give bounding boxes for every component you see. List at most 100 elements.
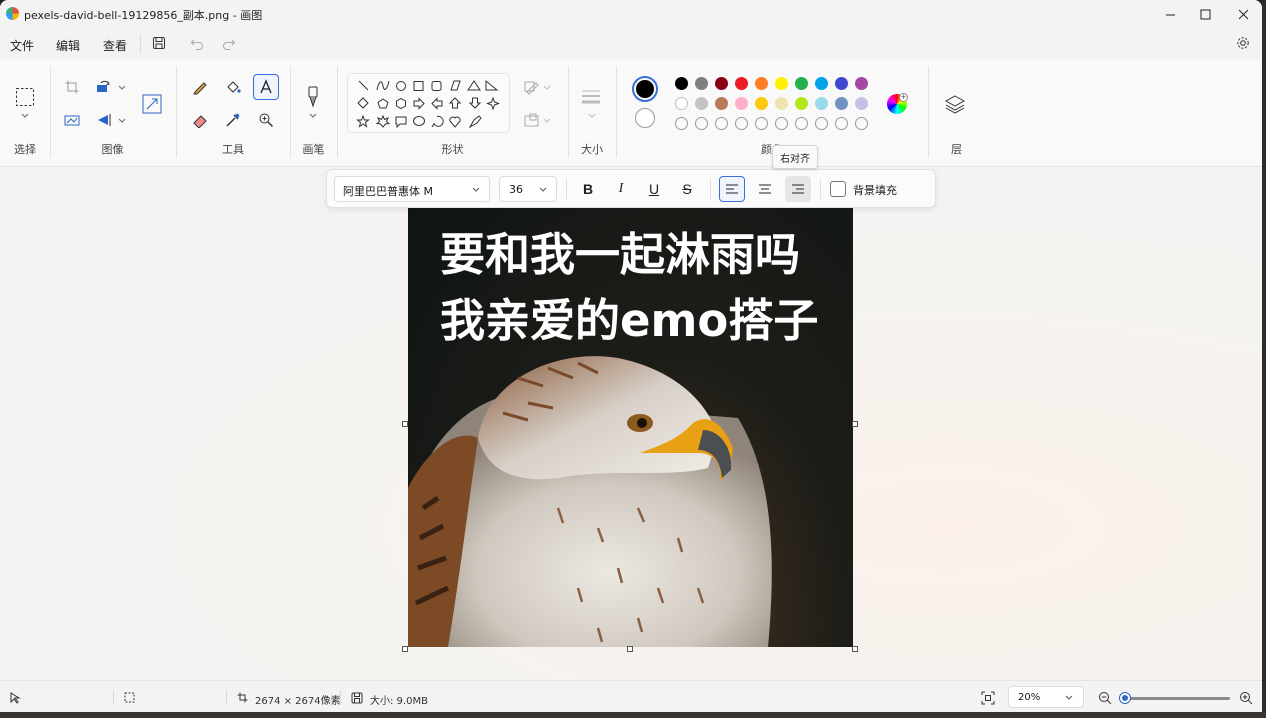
- fill-tool[interactable]: [220, 74, 246, 100]
- align-right-button[interactable]: [785, 176, 811, 202]
- close-button[interactable]: [1223, 0, 1262, 28]
- text-tool[interactable]: [253, 74, 279, 100]
- color-swatch[interactable]: [715, 97, 728, 110]
- maximize-button[interactable]: [1185, 0, 1225, 28]
- resize-handle-bottom-right[interactable]: [852, 646, 858, 652]
- color-swatch[interactable]: [735, 77, 748, 90]
- color-swatch[interactable]: [795, 77, 808, 90]
- layers-button[interactable]: [942, 91, 968, 117]
- save-button[interactable]: [146, 30, 172, 56]
- chevron-down-icon[interactable]: [543, 118, 551, 124]
- custom-color-slot[interactable]: [675, 117, 688, 130]
- custom-color-slot[interactable]: [855, 117, 868, 130]
- color-swatch[interactable]: [835, 77, 848, 90]
- custom-color-slot[interactable]: [715, 117, 728, 130]
- flip-button[interactable]: [92, 107, 118, 133]
- group-label-tools: 工具: [222, 143, 244, 156]
- selection-tool[interactable]: [12, 84, 38, 110]
- menu-view[interactable]: 查看: [103, 37, 127, 54]
- underline-button[interactable]: U: [641, 176, 667, 202]
- custom-color-slot[interactable]: [755, 117, 768, 130]
- secondary-color-button[interactable]: [635, 108, 655, 128]
- shape-fill-button[interactable]: [519, 107, 545, 133]
- custom-color-slot[interactable]: [735, 117, 748, 130]
- zoom-in-icon[interactable]: [1239, 691, 1253, 705]
- redo-button[interactable]: [216, 30, 242, 56]
- color-swatch[interactable]: [815, 77, 828, 90]
- resize-handle-bottom[interactable]: [627, 646, 633, 652]
- align-left-button[interactable]: [719, 176, 745, 202]
- resize-handle-bottom-left[interactable]: [402, 646, 408, 652]
- color-swatch[interactable]: [695, 77, 708, 90]
- plus-icon: +: [899, 93, 908, 102]
- undo-button[interactable]: [184, 30, 210, 56]
- color-swatch[interactable]: [715, 77, 728, 90]
- canvas-text-overlay[interactable]: 要和我一起淋雨吗 我亲爱的emo搭子: [440, 222, 818, 354]
- italic-button[interactable]: I: [608, 176, 634, 202]
- menu-edit[interactable]: 编辑: [56, 37, 80, 54]
- zoom-slider-track[interactable]: [1124, 697, 1230, 700]
- chevron-down-icon[interactable]: [118, 85, 126, 91]
- custom-color-slot[interactable]: [695, 117, 708, 130]
- strikethrough-button[interactable]: S: [674, 176, 700, 202]
- zoom-slider-thumb[interactable]: [1120, 693, 1131, 703]
- color-swatch[interactable]: [775, 97, 788, 110]
- shapes-gallery[interactable]: [347, 73, 510, 133]
- fit-to-window-icon[interactable]: [981, 691, 995, 705]
- select-all-button[interactable]: [59, 107, 85, 133]
- chevron-down-icon[interactable]: [118, 118, 126, 124]
- color-swatch[interactable]: [775, 77, 788, 90]
- chevron-down-icon[interactable]: [543, 85, 551, 91]
- magnifier-tool[interactable]: [253, 107, 279, 133]
- chevron-down-icon[interactable]: [21, 113, 29, 119]
- chevron-down-icon[interactable]: [588, 113, 596, 119]
- color-swatch[interactable]: [795, 97, 808, 110]
- eraser-tool[interactable]: [187, 107, 213, 133]
- color-swatch[interactable]: [855, 97, 868, 110]
- font-size-dropdown[interactable]: 36: [499, 176, 557, 202]
- custom-color-slot[interactable]: [835, 117, 848, 130]
- chevron-down-icon[interactable]: [309, 113, 317, 119]
- custom-color-slot[interactable]: [815, 117, 828, 130]
- size-button[interactable]: [578, 84, 604, 110]
- color-swatch[interactable]: [695, 97, 708, 110]
- color-swatch[interactable]: [755, 77, 768, 90]
- minimize-button[interactable]: [1150, 0, 1190, 28]
- color-picker-tool[interactable]: [220, 107, 246, 133]
- color-swatch[interactable]: [835, 97, 848, 110]
- settings-button[interactable]: [1230, 30, 1256, 56]
- pencil-tool[interactable]: [187, 74, 213, 100]
- rotate-button[interactable]: [92, 74, 118, 100]
- color-swatch[interactable]: [675, 77, 688, 90]
- resize-handle-left[interactable]: [402, 421, 408, 427]
- zoom-out-icon[interactable]: [1098, 691, 1112, 705]
- crop-button[interactable]: [59, 74, 85, 100]
- canvas-image[interactable]: 要和我一起淋雨吗 我亲爱的emo搭子: [408, 208, 853, 647]
- zoom-dropdown[interactable]: 20%: [1008, 686, 1084, 708]
- primary-color-button[interactable]: [632, 76, 658, 102]
- edit-colors-button[interactable]: +: [887, 93, 908, 114]
- background-fill-checkbox[interactable]: [830, 181, 846, 197]
- custom-color-slot[interactable]: [795, 117, 808, 130]
- color-swatch[interactable]: [735, 97, 748, 110]
- color-swatch[interactable]: [815, 97, 828, 110]
- brush-tool[interactable]: [300, 84, 326, 110]
- status-divider: [340, 690, 341, 704]
- color-swatch[interactable]: [675, 97, 688, 110]
- color-swatch[interactable]: [855, 77, 868, 90]
- canvas-area[interactable]: 阿里巴巴普惠体 M 36 B I U S 背景填充 要和我一起淋雨吗 我亲爱的e…: [0, 168, 1262, 680]
- align-center-button[interactable]: [752, 176, 778, 202]
- resize-handle-right[interactable]: [852, 421, 858, 427]
- resize-button[interactable]: [139, 91, 165, 117]
- overlay-line-1: 要和我一起淋雨吗: [440, 228, 801, 281]
- shape-outline-button[interactable]: [519, 74, 545, 100]
- toolbar-divider: [820, 179, 821, 199]
- bold-button[interactable]: B: [575, 176, 601, 202]
- overlay-line-2: 我亲爱的emo搭子: [440, 294, 819, 347]
- font-family-dropdown[interactable]: 阿里巴巴普惠体 M: [334, 176, 490, 202]
- text-icon: [260, 79, 272, 94]
- color-swatch[interactable]: [755, 97, 768, 110]
- resize-icon: [142, 94, 162, 114]
- menu-file[interactable]: 文件: [10, 37, 34, 54]
- custom-color-slot[interactable]: [775, 117, 788, 130]
